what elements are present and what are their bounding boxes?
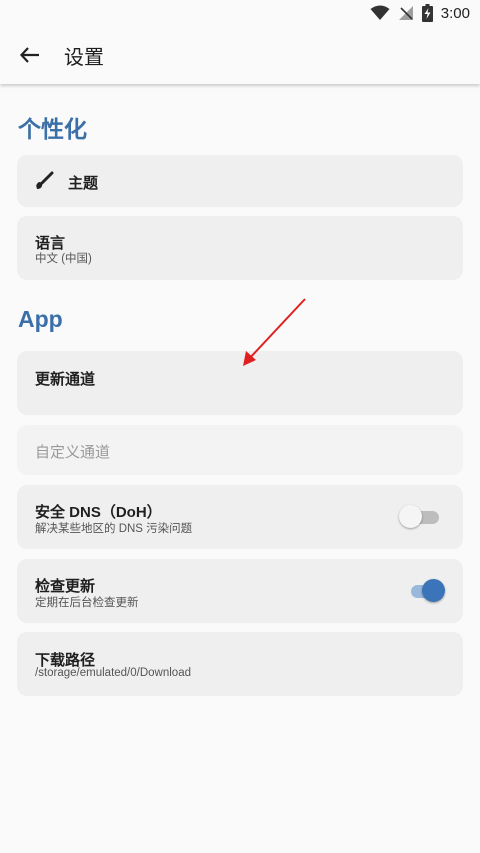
- arrow-left-icon: [20, 47, 39, 63]
- language-item-value: 中文 (中国): [35, 253, 92, 265]
- status-bar: 3:00: [0, 0, 480, 26]
- status-icons: 3:00: [370, 4, 480, 22]
- update-channel-title: 更新通道: [35, 371, 96, 388]
- check-update-item[interactable]: 检查更新 定期在后台检查更新: [17, 559, 463, 623]
- check-update-title: 检查更新: [35, 578, 96, 595]
- check-update-toggle-thumb: [422, 579, 445, 602]
- secure-dns-title: 安全 DNS（DoH）: [35, 504, 162, 521]
- wifi-icon: [370, 5, 390, 20]
- custom-channel-title: 自定义通道: [35, 444, 111, 461]
- back-button[interactable]: [0, 26, 60, 84]
- download-path-value: /storage/emulated/0/Download: [35, 667, 191, 679]
- no-signal-icon: [398, 6, 413, 20]
- page-title: 设置: [64, 46, 104, 69]
- update-channel-item[interactable]: 更新通道: [17, 351, 463, 415]
- download-path-item[interactable]: 下载路径 /storage/emulated/0/Download: [17, 632, 463, 696]
- theme-item[interactable]: 主题: [17, 155, 463, 207]
- theme-item-title: 主题: [68, 175, 99, 192]
- secure-dns-toggle-thumb: [399, 505, 422, 528]
- settings-screen: 3:00 设置 个性化 主题 语言 中文 (中国) App 更新通道 自定义通道: [0, 0, 480, 853]
- section-header-app: App: [18, 306, 63, 332]
- battery-charging-icon: [421, 4, 433, 22]
- language-item[interactable]: 语言 中文 (中国): [17, 216, 463, 280]
- section-header-personalize: 个性化: [18, 116, 87, 142]
- app-bar: 设置: [0, 26, 480, 84]
- status-time: 3:00: [440, 4, 470, 22]
- check-update-subtitle: 定期在后台检查更新: [35, 597, 139, 609]
- secure-dns-subtitle: 解决某些地区的 DNS 污染问题: [35, 523, 193, 535]
- custom-channel-item: 自定义通道: [17, 425, 463, 475]
- secure-dns-item[interactable]: 安全 DNS（DoH） 解决某些地区的 DNS 污染问题: [17, 485, 463, 549]
- secure-dns-toggle[interactable]: [399, 505, 443, 529]
- check-update-toggle[interactable]: [407, 579, 447, 603]
- brush-icon: [36, 171, 54, 189]
